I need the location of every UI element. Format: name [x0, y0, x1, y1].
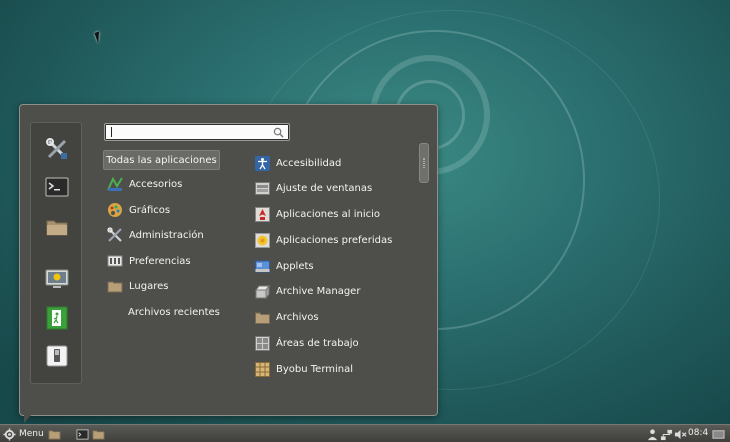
logout-icon	[46, 306, 68, 330]
volume-applet[interactable]	[674, 427, 687, 441]
folder-icon	[46, 220, 68, 236]
app-label: Byobu Terminal	[276, 363, 354, 375]
network-applet[interactable]	[660, 427, 673, 441]
app-accessibility[interactable]: Accesibilidad	[255, 153, 341, 173]
category-label: Preferencias	[129, 255, 191, 267]
administration-icon	[107, 227, 123, 243]
favorite-tools[interactable]	[44, 136, 70, 162]
favorite-terminal[interactable]	[44, 174, 70, 200]
app-files[interactable]: Archivos	[255, 307, 319, 327]
category-places[interactable]: Lugares	[104, 276, 168, 296]
category-label: Accesorios	[129, 178, 183, 190]
app-label: Áreas de trabajo	[276, 337, 359, 349]
category-preferences[interactable]: Preferencias	[104, 251, 191, 271]
panel-launcher-files-2[interactable]	[92, 427, 105, 441]
tools-icon	[46, 138, 67, 159]
favorite-shutdown[interactable]	[44, 343, 70, 369]
app-label: Ajuste de ventanas	[276, 182, 373, 194]
graphics-icon	[107, 202, 123, 218]
text-caret	[111, 127, 112, 137]
menu-button[interactable]: Menu	[3, 427, 44, 441]
app-archive-manager[interactable]: Archive Manager	[255, 281, 360, 301]
accessories-icon	[107, 176, 123, 192]
category-accessories[interactable]: Accesorios	[104, 174, 182, 194]
folder-icon	[92, 429, 105, 440]
app-list-scrollbar[interactable]	[419, 143, 429, 183]
files-icon	[255, 310, 270, 325]
applets-icon	[255, 259, 270, 274]
category-all-applications[interactable]: Todas las aplicaciones	[103, 150, 220, 170]
terminal-icon	[45, 177, 69, 197]
search-icon	[273, 127, 284, 138]
show-desktop-button[interactable]	[712, 427, 725, 441]
app-label: Archive Manager	[276, 285, 361, 297]
menu-pointer	[24, 414, 32, 423]
favorites-sidebar	[30, 122, 82, 384]
category-administration[interactable]: Administración	[104, 225, 204, 245]
network-icon	[660, 429, 673, 440]
user-applet[interactable]	[646, 427, 659, 441]
workspaces-icon	[255, 335, 270, 351]
favorite-logout[interactable]	[44, 305, 70, 331]
category-graphics[interactable]: Gráficos	[104, 200, 170, 220]
panel-launcher-files[interactable]	[48, 427, 61, 441]
user-icon	[647, 428, 658, 440]
volume-muted-icon	[674, 429, 687, 439]
window-tiling-icon	[255, 181, 270, 196]
gear-icon	[3, 427, 16, 441]
app-window-tiling[interactable]: Ajuste de ventanas	[255, 178, 372, 198]
favorite-files[interactable]	[44, 214, 70, 240]
startup-apps-icon	[255, 206, 270, 222]
preferred-apps-icon	[255, 232, 270, 248]
app-byobu-terminal[interactable]: Byobu Terminal	[255, 359, 353, 379]
category-label: Lugares	[129, 280, 169, 292]
category-label: Administración	[129, 229, 204, 241]
app-label: Accesibilidad	[276, 157, 342, 169]
app-label: Archivos	[276, 311, 319, 323]
category-label: Archivos recientes	[128, 306, 220, 318]
app-workspaces[interactable]: Áreas de trabajo	[255, 333, 359, 353]
category-label: Gráficos	[129, 204, 171, 216]
category-label: Todas las aplicaciones	[106, 154, 217, 166]
application-menu: Todas las aplicaciones Accesorios Gráfic…	[19, 104, 438, 416]
mouse-cursor-icon	[94, 29, 108, 44]
app-startup-applications[interactable]: Aplicaciones al inicio	[255, 204, 380, 224]
byobu-terminal-icon	[255, 361, 270, 377]
preferences-icon	[107, 253, 123, 269]
terminal-icon	[76, 428, 89, 440]
app-applets[interactable]: Applets	[255, 256, 314, 276]
menu-label: Menu	[19, 429, 44, 439]
accessibility-icon	[255, 155, 270, 171]
lock-screen-icon	[45, 269, 69, 288]
folder-icon	[48, 429, 61, 440]
archive-manager-icon	[255, 284, 270, 299]
app-label: Aplicaciones al inicio	[276, 208, 381, 220]
workspace-switcher-icon	[712, 429, 725, 439]
scrollbar-grip	[423, 158, 425, 168]
app-label: Aplicaciones preferidas	[276, 234, 393, 246]
category-recent-files[interactable]: Archivos recientes	[128, 302, 220, 322]
panel-launcher-terminal[interactable]	[76, 427, 89, 441]
bottom-panel: Menu 08:4	[0, 424, 730, 442]
app-preferred-applications[interactable]: Aplicaciones preferidas	[255, 230, 392, 250]
shutdown-icon	[46, 345, 68, 367]
places-folder-icon	[107, 278, 123, 294]
search-input[interactable]	[104, 123, 290, 141]
panel-clock[interactable]: 08:4	[688, 428, 708, 438]
favorite-lock-screen[interactable]	[44, 266, 70, 292]
app-label: Applets	[276, 260, 314, 272]
